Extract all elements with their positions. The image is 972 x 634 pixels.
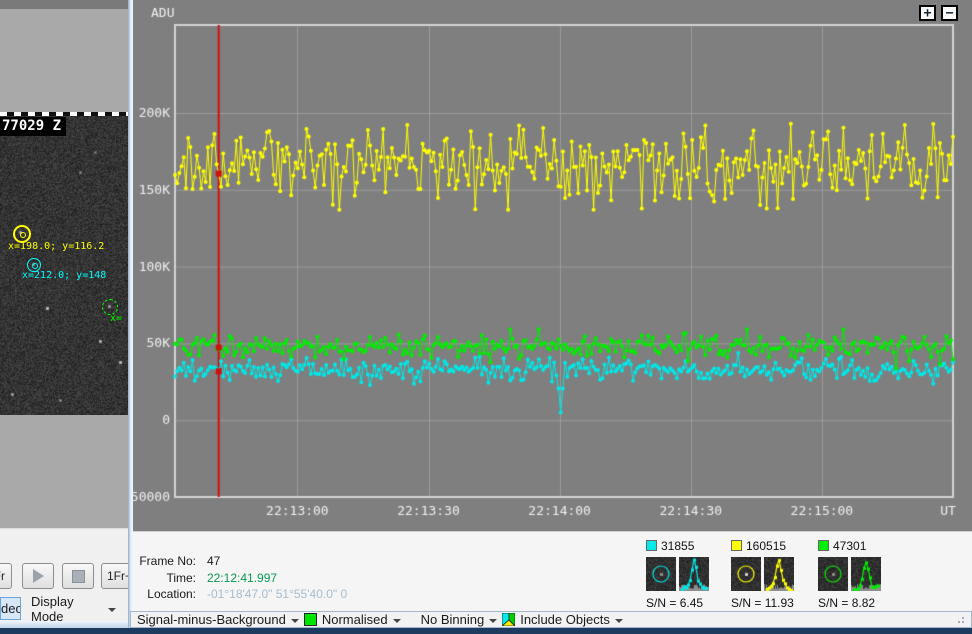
legend-swatch-green xyxy=(818,540,829,551)
legend-intensity-cyan: 31855 xyxy=(661,539,694,553)
time-value: 22:12:41.997 xyxy=(207,571,277,585)
app-window: 77029 Z x=198.0; y=116.2 x=212.0; y=148 … xyxy=(0,0,972,634)
include-objects-dropdown[interactable]: Include Objects xyxy=(520,612,623,627)
target-coordinates-green: x= xyxy=(110,313,122,324)
binning-label: No Binning xyxy=(421,612,485,627)
display-mode-label: Display Mode xyxy=(31,594,108,624)
normalisation-reference-swatch-icon xyxy=(304,613,317,626)
legend-group-cyan: 31855 S/N = 6.45 xyxy=(646,540,726,610)
frame-number-label: Frame No: xyxy=(133,554,196,568)
sn-label-yellow: S/N = xyxy=(731,596,761,610)
sn-value-cyan: 6.45 xyxy=(680,596,703,610)
sn-value-yellow: 11.93 xyxy=(765,596,794,610)
psf-thumbnail-cyan[interactable] xyxy=(679,557,709,591)
chevron-down-icon xyxy=(615,619,623,623)
legend-intensity-yellow: 160515 xyxy=(746,539,786,553)
chevron-down-icon xyxy=(393,619,401,623)
zoom-in-button[interactable]: + xyxy=(919,5,936,21)
frame-back-button[interactable]: Fr xyxy=(0,563,12,589)
play-button[interactable] xyxy=(22,563,54,589)
measurement-info-panel: Frame No: 47 Time: 22:12:41.997 Location… xyxy=(133,531,972,611)
legend-group-green: 47301 S/N = 8.82 xyxy=(818,540,898,610)
reduction-mode-label: Signal-minus-Background xyxy=(137,612,286,627)
stop-icon xyxy=(72,570,85,583)
frame-forward-button[interactable]: 1Fr+ xyxy=(101,563,128,589)
legend-intensity-green: 47301 xyxy=(833,539,866,553)
sn-value-green: 8.82 xyxy=(852,596,875,610)
chevron-down-icon xyxy=(291,619,299,623)
aperture-thumbnail-green[interactable] xyxy=(818,557,848,591)
location-value: -01°18'47.0" 51°55'40.0" 0 xyxy=(207,587,347,601)
target-marker-yellow-dot-icon xyxy=(20,232,26,238)
object-designation-label: 77029 Z xyxy=(0,117,66,136)
sn-label-cyan: S/N = xyxy=(646,596,676,610)
time-label: Time: xyxy=(133,571,196,585)
legend-group-yellow: 160515 S/N = 11.93 xyxy=(731,540,811,610)
display-mode-dropdown[interactable]: Display Mode xyxy=(25,597,122,620)
stop-button[interactable] xyxy=(62,563,94,589)
target-marker-cyan-dot-icon xyxy=(32,263,38,269)
video-tab-button[interactable]: deo xyxy=(0,597,21,620)
legend-swatch-cyan xyxy=(646,540,657,551)
reduction-settings-toolbar: Signal-minus-Background Normalised No Bi… xyxy=(130,611,972,628)
binning-dropdown[interactable]: No Binning xyxy=(421,612,498,627)
resize-grip-icon[interactable] xyxy=(957,616,965,624)
chevron-down-icon xyxy=(108,608,116,612)
light-curve-chart[interactable] xyxy=(133,0,972,531)
psf-thumbnail-yellow[interactable] xyxy=(764,557,794,591)
window-bottom-border xyxy=(0,628,972,634)
star-field-image[interactable] xyxy=(0,112,128,415)
legend-swatch-yellow xyxy=(731,540,742,551)
location-label: Location: xyxy=(133,587,196,601)
include-objects-label: Include Objects xyxy=(520,612,610,627)
include-objects-icon xyxy=(502,613,515,626)
target-coordinates-cyan: x=212.0; y=148 xyxy=(22,270,106,281)
left-panel-top-bar xyxy=(0,0,128,9)
psf-thumbnail-green[interactable] xyxy=(851,557,881,591)
frame-overscan-line xyxy=(0,112,128,116)
normalisation-label: Normalised xyxy=(322,612,388,627)
normalisation-dropdown[interactable]: Normalised xyxy=(322,612,401,627)
frame-number-value: 47 xyxy=(207,554,220,568)
zoom-out-button[interactable]: − xyxy=(941,5,958,21)
reduction-mode-dropdown[interactable]: Signal-minus-Background xyxy=(137,612,299,627)
aperture-thumbnail-cyan[interactable] xyxy=(646,557,676,591)
sn-label-green: S/N = xyxy=(818,596,848,610)
target-coordinates-yellow: x=198.0; y=116.2 xyxy=(8,241,104,252)
video-frame-panel: 77029 Z x=198.0; y=116.2 x=212.0; y=148 … xyxy=(0,0,128,634)
aperture-thumbnail-yellow[interactable] xyxy=(731,557,761,591)
chevron-down-icon xyxy=(489,619,497,623)
play-icon xyxy=(33,569,44,583)
